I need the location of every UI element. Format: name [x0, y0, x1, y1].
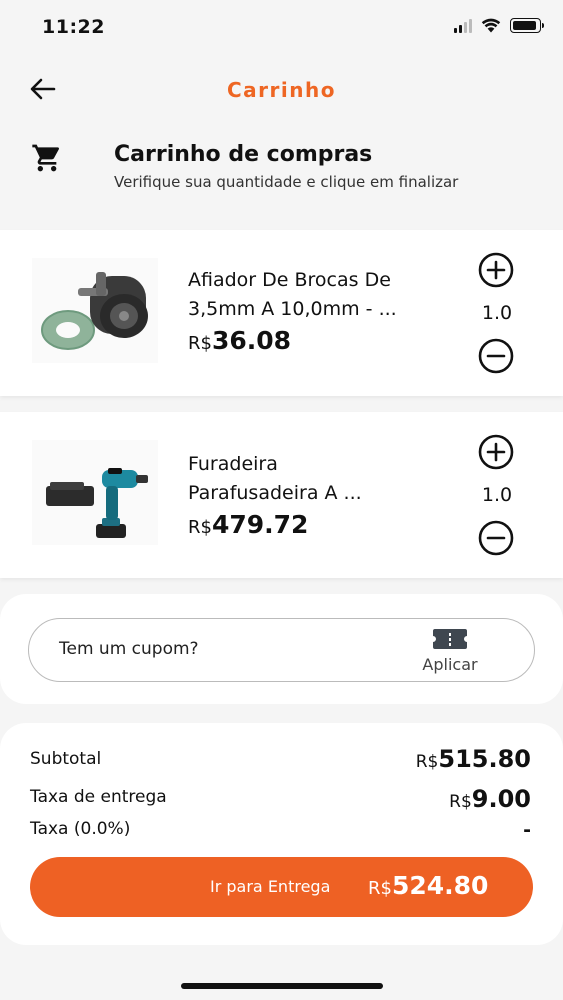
delivery-fee-row: Taxa de entrega R$9.00: [30, 785, 531, 817]
quantity-value: 1.0: [481, 484, 513, 506]
delivery-fee-label: Taxa de entrega: [30, 787, 167, 807]
coupon-placeholder: Tem um cupom?: [59, 639, 199, 659]
status-icons: [454, 18, 544, 33]
product-image: [32, 440, 158, 545]
product-image: [32, 258, 158, 363]
tax-label: Taxa (0.0%): [30, 819, 131, 839]
battery-icon: [510, 18, 544, 33]
section-subtitle: Verifique sua quantidade e clique em fin…: [114, 173, 459, 191]
minus-circle-icon: [478, 338, 514, 374]
ticket-icon: [433, 629, 467, 649]
quantity-value: 1.0: [481, 302, 513, 324]
go-to-delivery-button[interactable]: Ir para Entrega R$524.80: [30, 857, 533, 917]
cart-section-heading: Carrinho de compras Verifique sua quanti…: [0, 128, 563, 208]
home-indicator[interactable]: [181, 983, 383, 989]
minus-circle-icon: [478, 520, 514, 556]
subtotal-value: R$515.80: [415, 745, 531, 773]
order-summary: Subtotal R$515.80 Taxa de entrega R$9.00…: [0, 723, 563, 945]
page-title: Carrinho: [227, 78, 336, 102]
coupon-panel: Tem um cupom? Aplicar: [0, 594, 563, 704]
apply-coupon-button[interactable]: Aplicar: [414, 627, 486, 677]
product-price: R$479.72: [188, 510, 309, 539]
checkout-total: R$524.80: [368, 871, 489, 900]
status-bar: 11:22: [0, 0, 563, 56]
shopping-cart-icon: [32, 144, 60, 172]
product-name: Furadeira Parafusadeira A ...: [188, 453, 362, 504]
tax-value: -: [523, 819, 531, 841]
subtotal-row: Subtotal R$515.80: [30, 745, 531, 777]
checkout-label: Ir para Entrega: [210, 877, 331, 896]
section-title: Carrinho de compras: [114, 142, 373, 167]
decrease-quantity-button[interactable]: [478, 520, 514, 556]
decrease-quantity-button[interactable]: [478, 338, 514, 374]
delivery-fee-value: R$9.00: [449, 785, 531, 813]
apply-coupon-label: Aplicar: [422, 655, 478, 674]
product-price: R$36.08: [188, 326, 292, 355]
wifi-icon: [481, 18, 501, 33]
subtotal-label: Subtotal: [30, 749, 102, 769]
tax-row: Taxa (0.0%) -: [30, 817, 531, 849]
plus-circle-icon: [478, 252, 514, 288]
app-header: Carrinho: [0, 60, 563, 120]
drill-sharpener-image: [41, 272, 148, 350]
cellular-signal-icon: [454, 18, 472, 33]
cordless-drill-image: [46, 468, 148, 538]
product-name: Afiador De Brocas De 3,5mm A 10,0mm - ..…: [188, 269, 397, 320]
cart-item: Furadeira Parafusadeira A ... R$479.72 1…: [0, 412, 563, 578]
increase-quantity-button[interactable]: [478, 252, 514, 288]
coupon-input[interactable]: Tem um cupom? Aplicar: [28, 618, 535, 682]
increase-quantity-button[interactable]: [478, 434, 514, 470]
status-time: 11:22: [42, 16, 105, 38]
plus-circle-icon: [478, 434, 514, 470]
cart-item: Afiador De Brocas De 3,5mm A 10,0mm - ..…: [0, 230, 563, 396]
